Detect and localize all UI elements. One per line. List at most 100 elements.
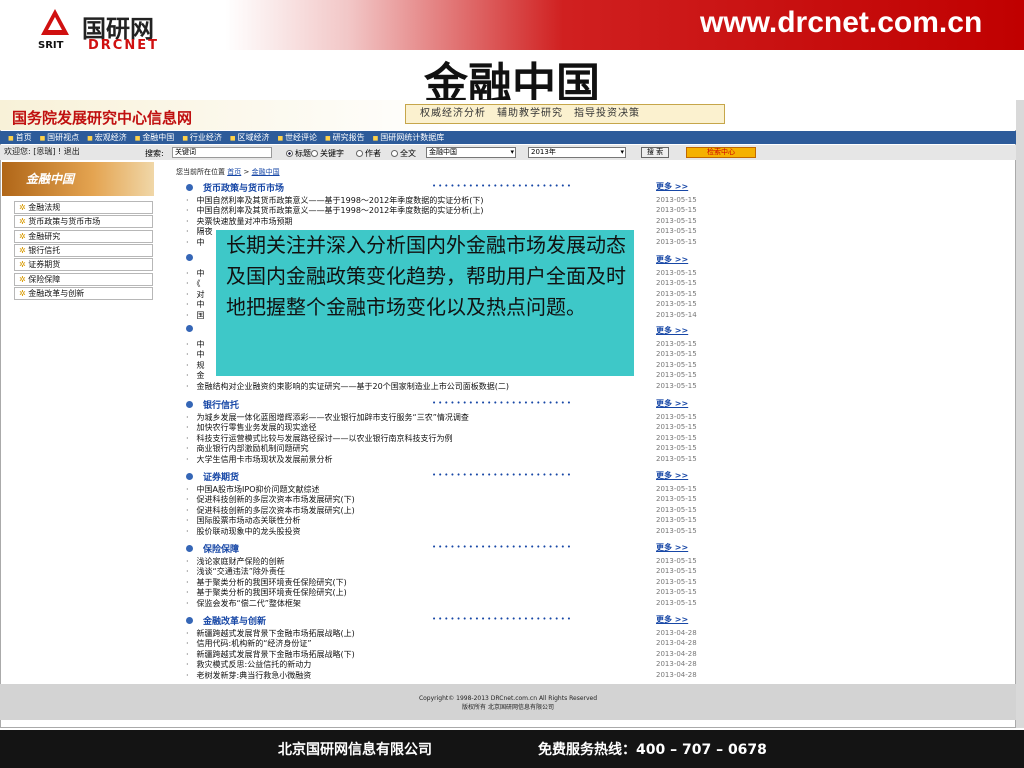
article-date: 2013-05-15 [656, 413, 697, 421]
article-link[interactable]: 金融结构对企业融资约束影响的实证研究——基于20个国家制造业上市公司面板数据(二… [186, 381, 509, 392]
section-divider: ••••••••••••••••••••••• [432, 543, 573, 551]
nav-item[interactable]: 区域经济 [230, 131, 269, 145]
article-link[interactable]: 促进科技创新的多层次资本市场发展研究(下) [186, 494, 355, 505]
section-title[interactable]: 证券期货 [186, 470, 239, 483]
more-link[interactable]: 更多 >> [656, 325, 688, 336]
sidebar-item[interactable]: ✲ 银行信托 [14, 243, 153, 257]
article-link[interactable]: 中国自然利率及其货币政策意义——基于1998～2012年季度数据的实证分析(上) [186, 205, 484, 216]
more-link[interactable]: 更多 >> [656, 398, 688, 409]
article-link[interactable]: 中 [186, 349, 205, 360]
article-link[interactable]: 中 [186, 268, 205, 279]
sidebar-item[interactable]: ✲ 金融改革与创新 [14, 286, 153, 300]
article-date: 2013-05-15 [656, 526, 697, 535]
article-link[interactable]: 为城乡发展一体化蓝图增辉添彩——农业银行加辟市支行服务“三农”情况调查 [186, 412, 469, 423]
section-title[interactable] [186, 325, 203, 335]
article-link[interactable]: 浅论家庭财产保险的创新 [186, 556, 285, 567]
radio-label: 全文 [400, 149, 416, 158]
nav-item[interactable]: 国研视点 [40, 131, 79, 145]
article-date: 2013-05-15 [656, 567, 697, 576]
search-center-button[interactable]: 检索中心 [686, 147, 756, 158]
year-select[interactable]: 2013年 [528, 147, 626, 158]
sidebar-item[interactable]: ✲ 金融研究 [14, 229, 153, 243]
article-date: 2013-05-15 [656, 289, 697, 298]
article-link[interactable]: 促进科技创新的多层次资本市场发展研究(上) [186, 505, 355, 516]
search-label: 搜索: [145, 149, 164, 158]
more-link[interactable]: 更多 >> [656, 470, 688, 481]
article-link[interactable]: 规 [186, 360, 205, 371]
radio-icon [391, 150, 398, 157]
search-input[interactable]: 关键词 [172, 147, 272, 158]
nav-item[interactable]: 国研网统计数据库 [373, 131, 444, 145]
nav-item[interactable]: 研究报告 [325, 131, 365, 145]
service-hotline: 免费服务热线：400 – 707 – 0678 [538, 742, 767, 758]
article-link[interactable]: 基于聚类分析的我国环境责任保险研究(上) [186, 587, 347, 598]
article-link[interactable]: 信用代码:机构新的“经济身份证” [186, 638, 312, 649]
nav-item[interactable]: 宏观经济 [87, 131, 127, 145]
article-date: 2013-05-15 [656, 196, 697, 204]
article-link[interactable]: 浅谈“交通违法”除外责任 [186, 566, 285, 577]
article-link[interactable]: 中国A股市场IPO抑价问题文献综述 [186, 484, 320, 495]
section-title[interactable]: 银行信托 [186, 398, 239, 411]
article-link[interactable]: 《 [186, 278, 201, 289]
radio-title[interactable]: 标题 [286, 148, 311, 159]
breadcrumb-current-link[interactable]: 金融中国 [252, 168, 280, 176]
section-bullet-icon [186, 545, 193, 552]
breadcrumb-separator: > [243, 168, 250, 176]
article-link[interactable]: 保监会发布“偿二代”整体框架 [186, 598, 301, 609]
sidebar-item-label: 证券期货 [28, 260, 61, 270]
more-link[interactable]: 更多 >> [656, 181, 688, 192]
article-link[interactable]: 基于聚类分析的我国环境责任保险研究(下) [186, 577, 347, 588]
article-link[interactable]: 加快农行零售业务发展的现实途径 [186, 422, 317, 433]
article-link[interactable]: 国际股票市场动态关联性分析 [186, 515, 301, 526]
nav-item[interactable]: 世经评论 [277, 131, 317, 145]
section-title[interactable]: 金融改革与创新 [186, 614, 266, 627]
sidebar-item[interactable]: ✲ 证券期货 [14, 258, 153, 272]
radio-fulltext[interactable]: 全文 [391, 148, 416, 159]
sidebar-item[interactable]: ✲ 金融法规 [14, 201, 153, 214]
article-link[interactable]: 中 [186, 237, 205, 248]
more-link[interactable]: 更多 >> [656, 254, 688, 265]
nav-item[interactable]: 行业经济 [182, 131, 222, 145]
article-link[interactable]: 中 [186, 299, 205, 310]
site-name[interactable]: 国务院发展研究中心信息网 [12, 107, 192, 128]
section-divider: ••••••••••••••••••••••• [432, 182, 573, 190]
article-link[interactable]: 国 [186, 310, 205, 321]
radio-keyword[interactable]: 关键字 [311, 148, 344, 159]
copyright-text: Copyright© 1998-2013 DRCnet.com.cn All R… [418, 695, 598, 702]
breadcrumb-home-link[interactable]: 首页 [227, 168, 241, 176]
article-link[interactable]: 央票快速放量对冲市场预期 [186, 216, 293, 227]
article-link[interactable]: 新疆跨越式发展背景下金融市场拓展战略(下) [186, 649, 355, 660]
search-button[interactable]: 搜 索 [641, 147, 669, 158]
article-link[interactable]: 科技支行运营模式比较与发展路径探讨——以农业银行南京科技支行为例 [186, 433, 453, 444]
sidebar-item[interactable]: ✲ 保险保障 [14, 272, 153, 286]
radio-author[interactable]: 作者 [356, 148, 381, 159]
article-date: 2013-05-15 [656, 577, 697, 586]
article-date: 2013-05-15 [656, 350, 697, 359]
article-date: 2013-05-15 [656, 279, 697, 288]
channel-select[interactable]: 金融中国 [426, 147, 516, 158]
section-title[interactable]: 货币政策与货币市场 [186, 181, 284, 194]
article-link[interactable]: 金 [186, 370, 205, 381]
article-link[interactable]: 老树发新芽:典当行救急小微融资 [186, 670, 312, 681]
article-link[interactable]: 大学生信用卡市场现状及发展前景分析 [186, 454, 333, 465]
more-link[interactable]: 更多 >> [656, 542, 688, 553]
slogan-banner: 权威经济分析 辅助教学研究 指导投资决策 [405, 104, 725, 124]
article-link[interactable]: 对 [186, 289, 205, 300]
section-title[interactable] [186, 254, 203, 264]
article-link[interactable]: 股价联动现象中的龙头股投资 [186, 526, 301, 537]
article-link[interactable]: 中 [186, 339, 205, 350]
sidebar-item[interactable]: ✲ 货币政策与货币市场 [14, 215, 153, 229]
radio-label: 关键字 [320, 149, 344, 158]
scrollbar[interactable] [1016, 100, 1024, 728]
welcome-text[interactable]: 欢迎您: [恩瑞] ! 退出 [4, 146, 80, 157]
article-link[interactable]: 救灾模式反思:公益信托的新动力 [186, 659, 312, 670]
article-link[interactable]: 中国自然利率及其货币政策意义——基于1998～2012年季度数据的实证分析(下) [186, 195, 484, 206]
radio-icon [311, 150, 318, 157]
article-link[interactable]: 商业银行内部激励机制问题研究 [186, 443, 309, 454]
article-link[interactable]: 隔夜 [186, 226, 213, 237]
nav-item[interactable]: 金融中国 [135, 131, 174, 145]
more-link[interactable]: 更多 >> [656, 614, 688, 625]
section-title[interactable]: 保险保障 [186, 542, 239, 555]
nav-item[interactable]: 首页 [8, 131, 32, 145]
article-link[interactable]: 新疆跨越式发展背景下金融市场拓展战略(上) [186, 628, 355, 639]
